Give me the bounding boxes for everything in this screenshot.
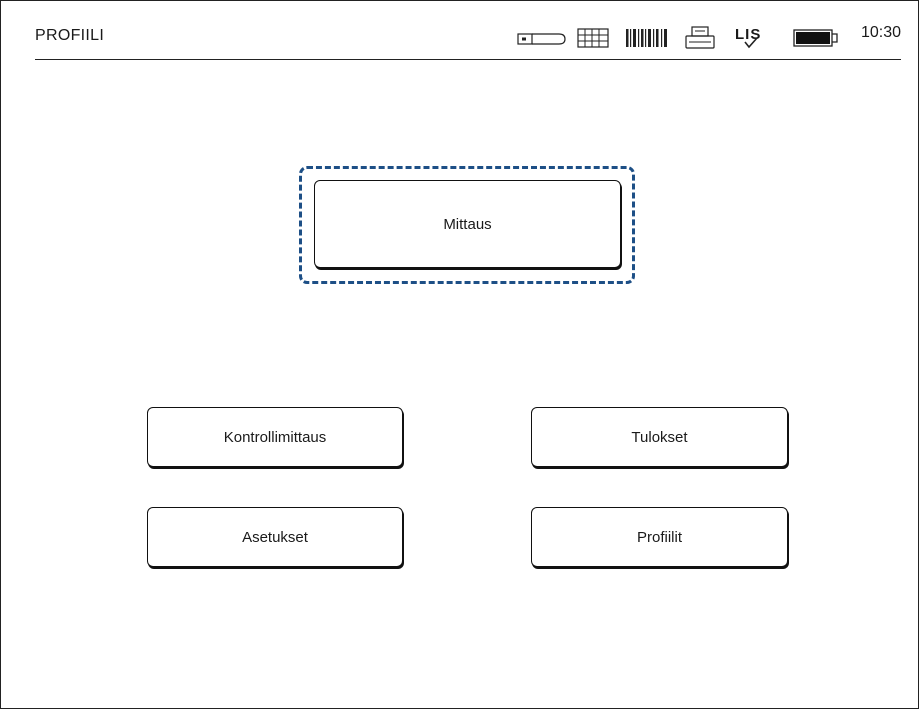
control-measurement-label: Kontrollimittaus [223, 428, 327, 446]
lis-icon: LIS [735, 25, 775, 49]
device-screen: PROFIILI LIS 10:30 Mittaus Kontrollimitt… [0, 0, 919, 709]
keyboard-icon [577, 28, 609, 48]
measure-button-label: Mittaus [443, 215, 492, 233]
barcode-icon [626, 29, 667, 47]
results-label: Tulokset [631, 428, 688, 446]
profiles-label: Profiilit [636, 528, 682, 546]
settings-button[interactable]: Asetukset [147, 507, 403, 567]
page-title: PROFIILI [35, 27, 105, 44]
settings-label: Asetukset [242, 528, 308, 546]
title-bar: PROFIILI LIS 10:30 [35, 21, 901, 60]
printer-icon [685, 26, 715, 49]
control-measurement-button[interactable]: Kontrollimittaus [147, 407, 403, 467]
status-bar: LIS [481, 25, 901, 49]
measure-button[interactable]: Mittaus [314, 180, 621, 268]
profiles-button[interactable]: Profiilit [531, 507, 788, 567]
usb-stick-icon [517, 33, 566, 45]
checkmark-icon [744, 37, 758, 49]
battery-icon [793, 29, 838, 47]
results-button[interactable]: Tulokset [531, 407, 788, 467]
clock: 10:30 [860, 24, 901, 41]
